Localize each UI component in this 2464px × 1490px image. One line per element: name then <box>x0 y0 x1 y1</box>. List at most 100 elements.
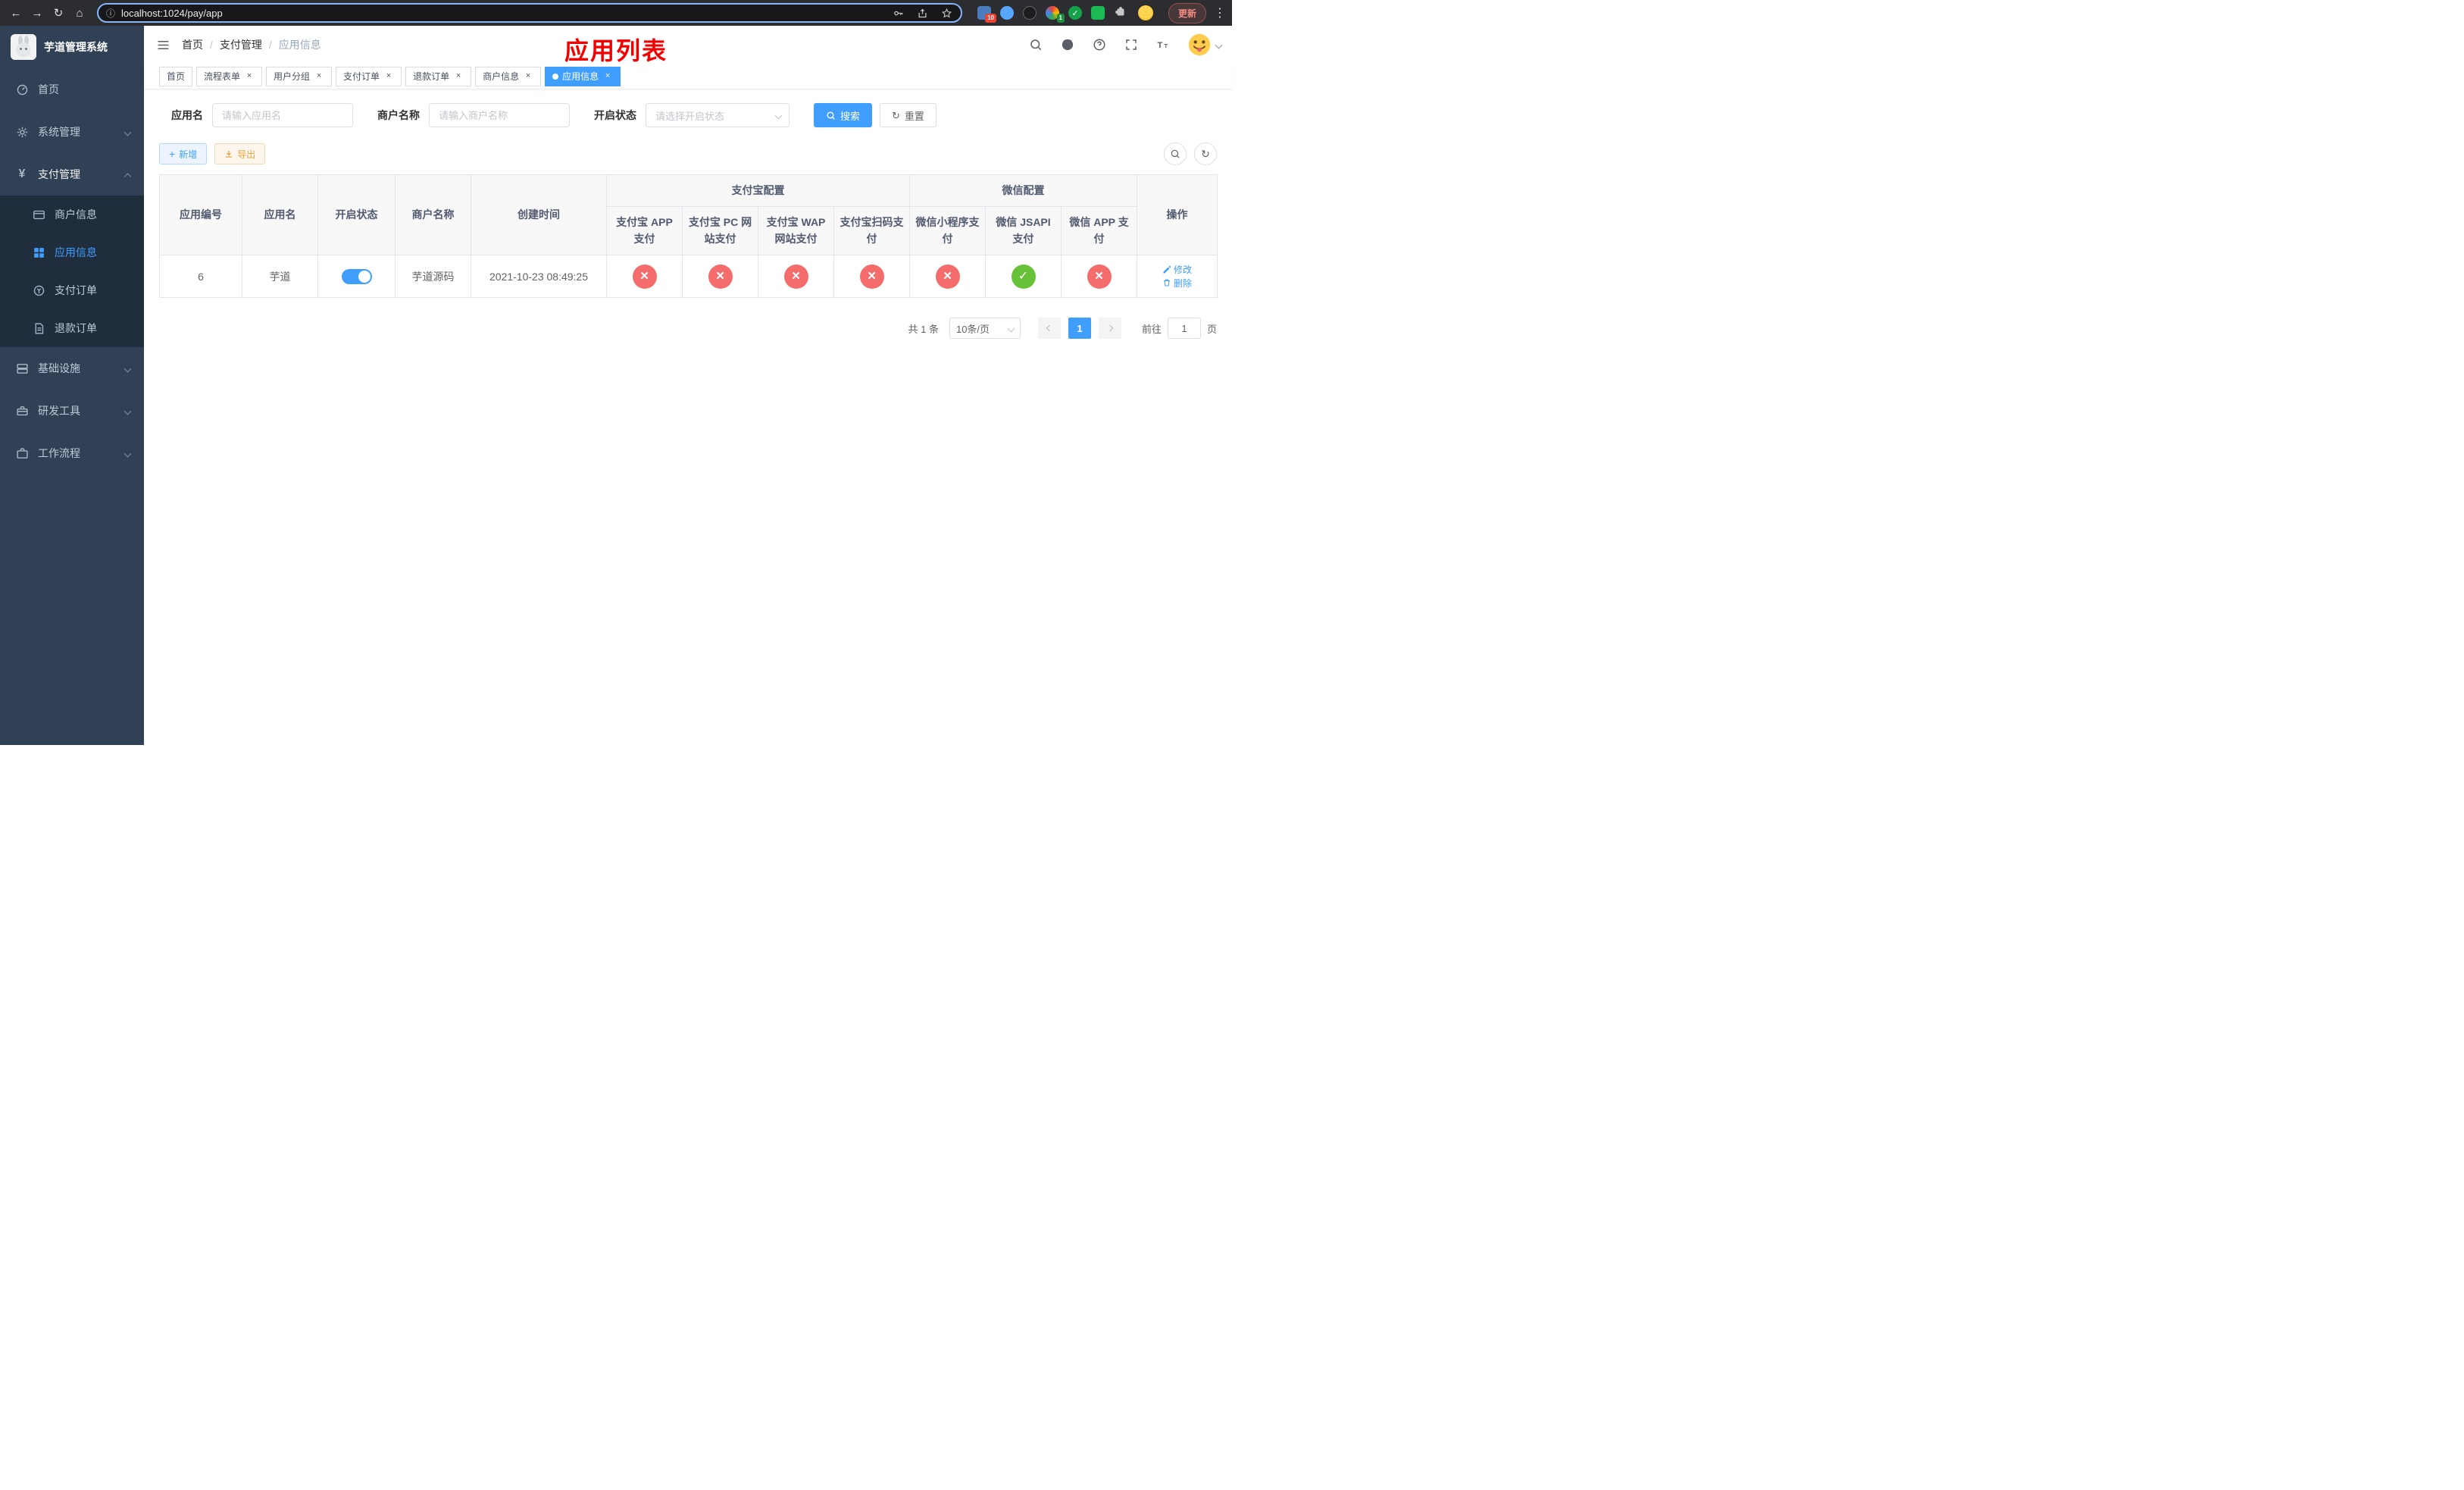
export-button[interactable]: 导出 <box>214 143 266 164</box>
next-page-button[interactable] <box>1098 318 1121 339</box>
column-header-wx-app: 微信 APP 支付 <box>1061 206 1137 255</box>
toggle-search-button[interactable] <box>1164 142 1187 165</box>
extension-icon-2[interactable] <box>999 6 1014 20</box>
extension-icon-4[interactable]: 1 <box>1045 6 1065 23</box>
sidebar-item-label: 基础设施 <box>38 362 80 374</box>
column-header-status: 开启状态 <box>317 174 396 255</box>
address-bar[interactable]: localhost:1024/pay/app <box>97 3 962 23</box>
page-1-button[interactable]: 1 <box>1068 318 1091 339</box>
refresh-table-button[interactable] <box>1194 142 1217 165</box>
tab-merchant-info[interactable]: 商户信息 <box>475 66 542 86</box>
share-icon[interactable] <box>914 4 932 22</box>
sidebar-item-payment[interactable]: ¥ 支付管理 <box>0 153 144 196</box>
disabled-icon <box>632 264 657 289</box>
fullscreen-icon[interactable] <box>1118 31 1145 58</box>
sidebar-item-home[interactable]: 首页 <box>0 68 144 111</box>
server-icon <box>15 362 29 375</box>
tabs-bar: 首页 流程表单 用户分组 支付订单 退款订单 商户信息 <box>144 64 1232 89</box>
sidebar-item-infrastructure[interactable]: 基础设施 <box>0 347 144 390</box>
disabled-icon <box>935 264 960 289</box>
sidebar-subitem-pay-order[interactable]: 支付订单 <box>0 271 144 309</box>
disabled-icon <box>1087 264 1112 289</box>
reset-button[interactable]: 重置 <box>880 103 937 127</box>
sidebar-subitem-app-info[interactable]: 应用信息 <box>0 233 144 271</box>
app-name-input[interactable] <box>212 103 353 127</box>
gear-icon <box>15 125 29 139</box>
browser-menu-icon[interactable] <box>1214 5 1226 20</box>
tab-home[interactable]: 首页 <box>159 66 193 86</box>
close-icon[interactable] <box>244 71 255 82</box>
tab-app-info[interactable]: 应用信息 <box>545 66 621 86</box>
edit-pen-icon <box>1163 265 1171 273</box>
grid-icon <box>32 246 45 259</box>
search-button[interactable]: 搜索 <box>814 103 873 127</box>
reload-icon[interactable] <box>48 3 68 23</box>
goto-page-input[interactable] <box>1167 318 1201 339</box>
tab-user-group[interactable]: 用户分组 <box>266 66 333 86</box>
tab-label: 支付订单 <box>343 71 380 82</box>
close-icon[interactable] <box>523 71 533 82</box>
close-icon[interactable] <box>314 71 324 82</box>
sidebar-subitem-refund-order[interactable]: 退款订单 <box>0 309 144 347</box>
filter-merchant-name: 商户名称 <box>377 103 570 127</box>
tab-refund-order[interactable]: 退款订单 <box>405 66 472 86</box>
sidebar-toggle[interactable] <box>144 26 182 64</box>
home-icon[interactable] <box>70 3 89 23</box>
close-icon[interactable] <box>602 71 613 82</box>
help-icon[interactable] <box>1086 31 1113 58</box>
forward-icon[interactable] <box>27 3 47 23</box>
breadcrumb-item-payment[interactable]: 支付管理 <box>220 37 262 52</box>
sidebar-subitem-merchant-info[interactable]: 商户信息 <box>0 196 144 233</box>
breadcrumb-separator: / <box>268 39 272 51</box>
sidebar-item-system[interactable]: 系统管理 <box>0 111 144 153</box>
breadcrumb-item-home[interactable]: 首页 <box>182 37 203 52</box>
cell-status <box>317 255 396 298</box>
delete-link[interactable]: 删除 <box>1162 277 1192 290</box>
extension-icon-6[interactable] <box>1090 6 1105 20</box>
browser-profile-avatar[interactable] <box>1137 5 1153 20</box>
app-table: 应用编号 应用名 开启状态 商户名称 创建时间 支付宝配置 微信配置 操作 支付… <box>159 174 1218 298</box>
page-size-select[interactable]: 10条/页 <box>949 318 1021 339</box>
prev-page-button[interactable] <box>1037 318 1061 339</box>
edit-link[interactable]: 修改 <box>1162 263 1192 276</box>
bookmark-star-icon[interactable] <box>938 4 956 22</box>
column-group-alipay: 支付宝配置 <box>606 174 910 207</box>
update-button[interactable]: 更新 <box>1168 2 1206 23</box>
table-toolbar: 新增 导出 <box>159 142 1217 165</box>
extension-icon-1[interactable]: 10 <box>977 6 996 23</box>
site-info-icon[interactable] <box>106 7 115 20</box>
sidebar-item-workflow[interactable]: 工作流程 <box>0 432 144 474</box>
breadcrumb-separator: / <box>210 39 213 51</box>
add-button[interactable]: 新增 <box>159 143 208 164</box>
password-key-icon[interactable] <box>890 4 908 22</box>
extension-icon-5[interactable] <box>1068 6 1082 20</box>
back-icon[interactable] <box>6 3 26 23</box>
status-select[interactable]: 请选择开启状态 <box>646 103 790 127</box>
user-menu[interactable] <box>1187 33 1223 57</box>
avatar <box>1188 33 1211 56</box>
cell-actions: 修改 删除 <box>1137 255 1218 298</box>
status-toggle[interactable] <box>341 268 372 284</box>
sidebar-menu: 首页 系统管理 ¥ 支付管理 商户信息 应用信息 支付订单 退款订单 基础设施 … <box>0 68 144 474</box>
app-title: 芋道管理系统 <box>44 41 108 53</box>
extension-icon-3[interactable] <box>1022 6 1037 20</box>
sidebar-item-label: 支付订单 <box>55 284 97 296</box>
extensions-puzzle-icon[interactable] <box>1114 5 1129 20</box>
github-icon[interactable] <box>1054 31 1081 58</box>
tab-pay-order[interactable]: 支付订单 <box>336 66 402 86</box>
merchant-name-input[interactable] <box>429 103 570 127</box>
tab-process-form[interactable]: 流程表单 <box>196 66 263 86</box>
font-size-icon[interactable]: TT <box>1149 31 1177 58</box>
breadcrumb: 首页 / 支付管理 / 应用信息 <box>182 37 321 52</box>
filter-app-name: 应用名 <box>171 103 353 127</box>
app-logo[interactable]: 芋道管理系统 <box>0 26 144 68</box>
tab-label: 流程表单 <box>204 71 241 82</box>
search-icon[interactable] <box>1022 31 1049 58</box>
close-icon[interactable] <box>453 71 464 82</box>
sidebar-item-devtools[interactable]: 研发工具 <box>0 390 144 432</box>
close-icon[interactable] <box>383 71 394 82</box>
enabled-icon <box>1011 264 1036 289</box>
tab-label: 退款订单 <box>413 71 450 82</box>
chevron-left-icon <box>1046 324 1053 332</box>
cell-wx-app <box>1061 255 1137 298</box>
